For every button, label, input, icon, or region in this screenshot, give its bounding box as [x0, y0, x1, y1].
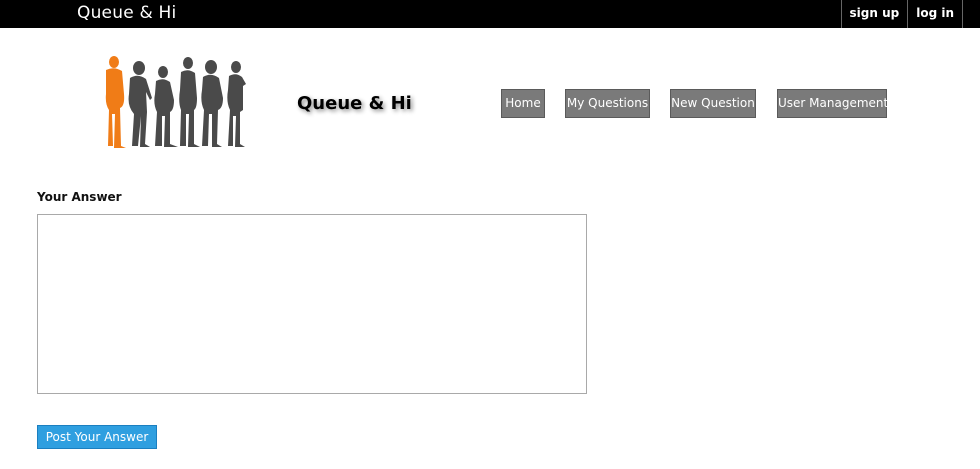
- nav-my-questions-button[interactable]: My Questions: [565, 89, 650, 118]
- answer-textarea[interactable]: [37, 214, 587, 394]
- person-silhouette-1: [105, 56, 126, 148]
- nav-home-button[interactable]: Home: [501, 89, 545, 118]
- person-silhouette-5: [201, 60, 223, 147]
- nav-new-question-button[interactable]: New Question: [670, 89, 756, 118]
- person-silhouette-3: [154, 66, 178, 147]
- person-silhouette-4: [179, 57, 200, 147]
- brand-title: Queue & Hi: [297, 93, 412, 114]
- your-answer-label: Your Answer: [37, 190, 122, 204]
- top-bar: Queue & Hi sign up log in: [0, 0, 980, 28]
- nav-user-management-button[interactable]: User Management: [777, 89, 888, 118]
- post-answer-button[interactable]: Post Your Answer: [37, 425, 157, 449]
- auth-links: sign up log in: [840, 0, 963, 28]
- sign-up-link[interactable]: sign up: [840, 0, 908, 28]
- people-in-queue-silhouette-icon: [105, 56, 246, 148]
- person-silhouette-6: [227, 61, 246, 147]
- site-name[interactable]: Queue & Hi: [77, 3, 176, 23]
- log-in-link[interactable]: log in: [907, 0, 963, 28]
- person-silhouette-2: [128, 61, 152, 147]
